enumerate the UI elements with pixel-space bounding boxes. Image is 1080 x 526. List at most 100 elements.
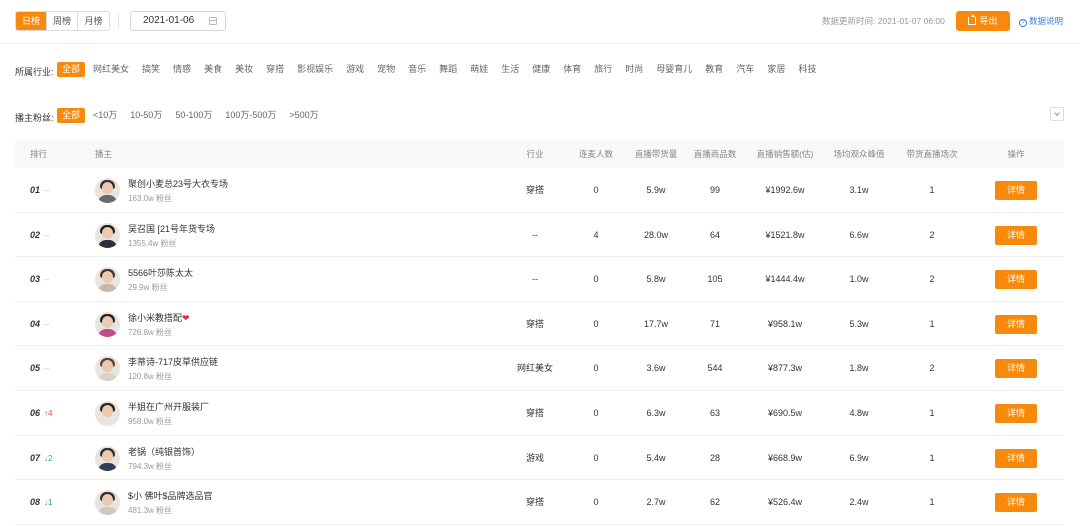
tab-daily[interactable]: 日榜 xyxy=(16,12,47,30)
industry-chip[interactable]: 教育 xyxy=(700,62,728,77)
rank-trend: ↓1 xyxy=(44,498,53,508)
table-row: 08 ↓1 $小 佛叶$品牌选品官 481.3w 粉丝 穿搭 0 2.7w 62 … xyxy=(15,480,1064,525)
avatar[interactable] xyxy=(95,178,120,203)
fans-count: 726.8w 粉丝 xyxy=(128,327,173,337)
industry-chip[interactable]: 音乐 xyxy=(403,62,431,77)
industry-chip[interactable]: 搞笑 xyxy=(137,62,165,77)
rank-cell: 05 -- xyxy=(30,346,49,390)
industry-chip[interactable]: 情感 xyxy=(168,62,196,77)
industry-chip[interactable]: 萌娃 xyxy=(465,62,493,77)
industry-chip[interactable]: 宠物 xyxy=(372,62,400,77)
sales-cell: ¥668.9w xyxy=(767,452,803,463)
industry-chip[interactable]: 科技 xyxy=(793,62,821,77)
fans-chip[interactable]: 50-100万 xyxy=(170,108,217,123)
industry-chip[interactable]: 母婴育儿 xyxy=(651,62,697,77)
industry-filter-label: 所属行业: xyxy=(15,67,54,77)
industry-chip[interactable]: 舞蹈 xyxy=(434,62,462,77)
rank-number: 02 xyxy=(30,229,41,240)
avatar[interactable] xyxy=(95,400,120,426)
tab-weekly[interactable]: 周榜 xyxy=(47,12,78,30)
industry-cell: -- xyxy=(532,274,538,285)
peak-cell: 1.8w xyxy=(849,363,869,374)
collapse-filters-button[interactable] xyxy=(1050,107,1064,121)
streamer-name-wrap[interactable]: 聚创小麦总23号大衣专场 xyxy=(128,177,228,190)
industry-chip[interactable]: 美妆 xyxy=(230,62,258,77)
sales-cell: ¥1444.4w xyxy=(765,274,805,285)
peak-cell: 3.1w xyxy=(849,185,869,195)
data-help-link[interactable]: ? 数据说明 xyxy=(1019,15,1063,27)
tab-monthly[interactable]: 月榜 xyxy=(78,12,109,30)
industry-chip[interactable]: 美食 xyxy=(199,62,227,77)
avatar[interactable] xyxy=(95,222,120,248)
heart-icon: ❤ xyxy=(182,312,190,323)
streamer-name-wrap[interactable]: 半姐在广州开服装厂 xyxy=(128,400,209,413)
detail-button[interactable]: 详情 xyxy=(995,448,1037,468)
streamer-name-wrap[interactable]: 老锅（纯银首饰） xyxy=(128,445,200,458)
streamer-name-wrap[interactable]: 徐小米教搭配❤ xyxy=(128,311,190,324)
industry-chip[interactable]: 汽车 xyxy=(731,62,759,77)
rank-cell: 07 ↓2 xyxy=(30,436,52,480)
question-icon: ? xyxy=(1019,19,1027,27)
table-row: 07 ↓2 老锅（纯银首饰） 794.3w 粉丝 游戏 0 5.4w 28 ¥66… xyxy=(15,436,1064,481)
industry-chip[interactable]: 穿搭 xyxy=(261,62,289,77)
goods-cell: 5.8w xyxy=(646,274,666,285)
industry-chip[interactable]: 时尚 xyxy=(620,62,648,77)
avatar[interactable] xyxy=(95,356,120,382)
fans-chip[interactable]: >500万 xyxy=(284,108,323,123)
toolbar-divider xyxy=(118,14,119,28)
fans-chip[interactable]: <10万 xyxy=(88,108,122,123)
detail-button[interactable]: 详情 xyxy=(995,403,1037,423)
header-goods: 直播带货量 xyxy=(634,149,678,159)
date-picker[interactable]: 2021-01-06 xyxy=(130,11,226,31)
detail-button[interactable]: 详情 xyxy=(995,314,1037,334)
industry-chip[interactable]: 体育 xyxy=(558,62,586,77)
industry-chip[interactable]: 影视娱乐 xyxy=(292,62,338,77)
industry-chip[interactable]: 游戏 xyxy=(341,62,369,77)
goods-cell: 3.6w xyxy=(646,363,666,374)
industry-filter: 全部 网红美女 搞笑 情感 美食 美妆 穿搭 影视娱乐 游戏 宠物 音乐 舞蹈 萌娃 生活 健康 体育 旅行 时尚… xyxy=(57,62,824,77)
rank-trend: -- xyxy=(44,319,50,329)
industry-chip[interactable]: 健康 xyxy=(527,62,555,77)
avatar[interactable] xyxy=(95,267,120,293)
streamer-name-wrap[interactable]: 李蒂诗-717皮草供应链 xyxy=(128,355,218,368)
streamer-name-wrap[interactable]: 吴召国 [21号年货专场 xyxy=(128,222,215,235)
industry-chip[interactable]: 旅行 xyxy=(589,62,617,77)
streamer-name: 吴召国 [21号年货专场 xyxy=(128,223,216,234)
detail-button[interactable]: 详情 xyxy=(995,225,1037,245)
table-header: 排行 播主 行业 连麦人数 直播带货量 直播商品数 直播销售额(估) 场均观众峰… xyxy=(15,141,1064,168)
industry-chip[interactable]: 网红美女 xyxy=(88,62,134,77)
fans-count: 120.8w 粉丝 xyxy=(128,372,173,382)
sessions-cell: 1 xyxy=(929,407,935,418)
fans-count: 481.3w 粉丝 xyxy=(128,506,173,516)
fans-chip[interactable]: 10-50万 xyxy=(125,108,167,123)
goods-cell: 5.4w xyxy=(646,452,666,463)
avatar[interactable] xyxy=(95,445,120,471)
streamer-name-wrap[interactable]: $小 佛叶$品牌选品官 xyxy=(128,489,213,502)
help-label: 数据说明 xyxy=(1029,16,1064,26)
fans-filter-label: 播主粉丝: xyxy=(15,113,54,123)
avatar[interactable] xyxy=(95,490,120,516)
detail-button[interactable]: 详情 xyxy=(995,181,1037,200)
fans-chip[interactable]: 全部 xyxy=(57,108,86,123)
period-switch: 日榜 周榜 月榜 xyxy=(15,11,110,31)
industry-chip[interactable]: 生活 xyxy=(496,62,524,77)
streamer-name: 聚创小麦总23号大衣专场 xyxy=(128,179,229,189)
header-sessions: 带货直播场次 xyxy=(906,149,958,159)
fans-chip[interactable]: 100万-500万 xyxy=(220,108,281,123)
rank-number: 07 xyxy=(30,452,41,463)
industry-chip[interactable]: 全部 xyxy=(57,62,86,77)
rank-cell: 06 ↑4 xyxy=(30,391,52,435)
export-button[interactable]: 导出 xyxy=(956,11,1010,31)
items-cell: 105 xyxy=(707,274,723,285)
detail-button[interactable]: 详情 xyxy=(995,270,1037,290)
sessions-cell: 1 xyxy=(929,497,935,508)
industry-chip[interactable]: 家居 xyxy=(762,62,790,77)
streamer-name-wrap[interactable]: 5566叶莎陈太太 xyxy=(128,266,193,279)
detail-button[interactable]: 详情 xyxy=(995,359,1037,379)
rank-trend: ↑4 xyxy=(44,408,53,418)
detail-button[interactable]: 详情 xyxy=(995,493,1037,513)
items-cell: 64 xyxy=(709,229,721,240)
items-cell: 28 xyxy=(709,452,721,463)
avatar[interactable] xyxy=(95,311,120,337)
industry-cell: 穿搭 xyxy=(525,497,545,508)
